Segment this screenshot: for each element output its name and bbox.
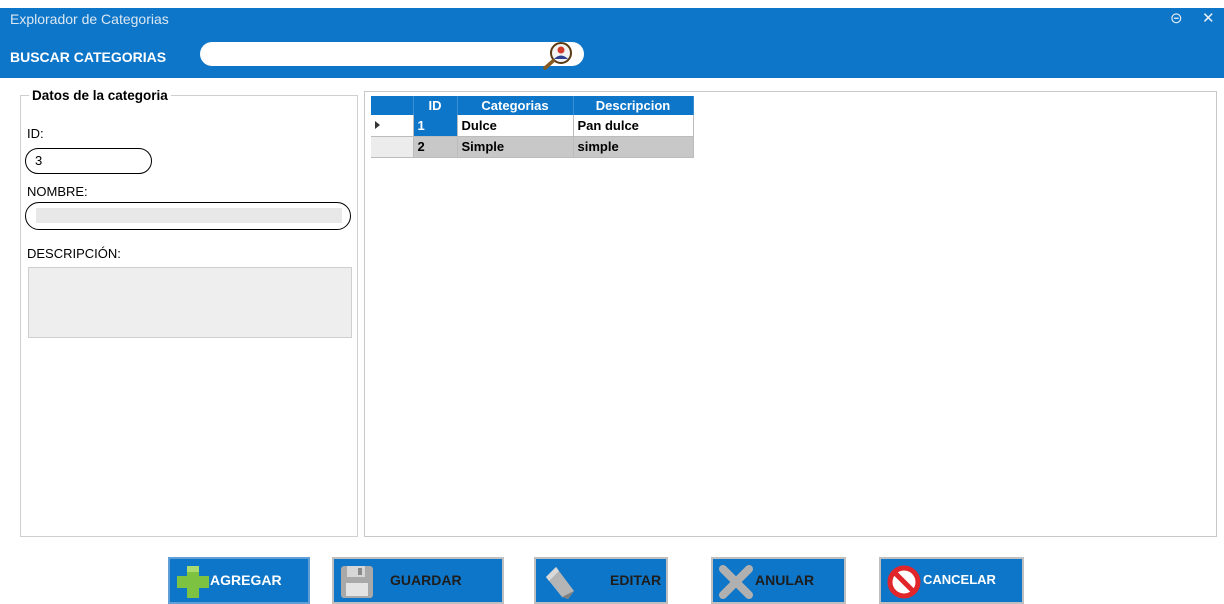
close-icon[interactable]: ✕ [1202,10,1215,28]
current-row-arrow-icon [375,121,380,129]
cell-categoria[interactable]: Dulce [457,115,574,137]
cell-id[interactable]: 2 [413,136,458,158]
anular-button[interactable]: ANULAR [711,557,846,604]
search-input[interactable] [200,42,584,66]
categories-grid: ID Categorias Descripcion 1 Dulce Pan du… [371,96,694,158]
nombre-label: NOMBRE: [27,184,88,199]
row-selector[interactable] [371,115,414,137]
table-row[interactable]: 1 Dulce Pan dulce [371,115,694,137]
group-legend: Datos de la categoria [29,88,171,103]
cell-id[interactable]: 1 [413,115,458,137]
categories-grid-panel: ID Categorias Descripcion 1 Dulce Pan du… [364,91,1217,537]
cell-descripcion[interactable]: simple [573,136,694,158]
title-bar: Explorador de Categorias ⊝ ✕ [0,8,1224,38]
guardar-button[interactable]: GUARDAR [332,557,504,604]
id-label: ID: [27,126,44,141]
cancelar-label: CANCELAR [923,572,996,587]
search-user-icon[interactable] [541,40,577,70]
descripcion-label: DESCRIPCIÓN: [27,246,121,261]
row-header-column [371,96,414,115]
column-header-categorias[interactable]: Categorias [457,96,574,115]
anular-label: ANULAR [755,572,815,588]
editar-label: EDITAR [610,572,662,588]
search-bar: BUSCAR CATEGORIAS [0,38,1224,78]
descripcion-field[interactable] [28,267,352,338]
category-data-group: Datos de la categoria ID: 3 NOMBRE: DESC… [20,88,358,537]
search-label: BUSCAR CATEGORIAS [10,49,167,65]
guardar-label: GUARDAR [390,572,462,588]
nombre-field-value [36,208,342,223]
plus-icon [177,566,209,598]
cancelar-button[interactable]: CANCELAR [879,557,1024,604]
window-title: Explorador de Categorias [10,11,169,27]
agregar-label: AGREGAR [210,572,282,588]
pencil-icon [546,567,574,599]
cell-categoria[interactable]: Simple [457,136,574,158]
nombre-field[interactable] [25,202,351,230]
id-field[interactable]: 3 [25,148,152,174]
x-mark-icon [719,565,753,599]
prohibited-icon [887,565,921,599]
row-selector[interactable] [371,136,414,158]
table-row[interactable]: 2 Simple simple [371,136,694,158]
minimize-circle-icon[interactable]: ⊝ [1170,10,1183,28]
cell-descripcion[interactable]: Pan dulce [573,115,694,137]
column-header-descripcion[interactable]: Descripcion [573,96,694,115]
agregar-button[interactable]: AGREGAR [168,557,310,604]
floppy-disk-icon [341,566,373,598]
column-header-id[interactable]: ID [413,96,458,115]
editar-button[interactable]: EDITAR [534,557,668,604]
